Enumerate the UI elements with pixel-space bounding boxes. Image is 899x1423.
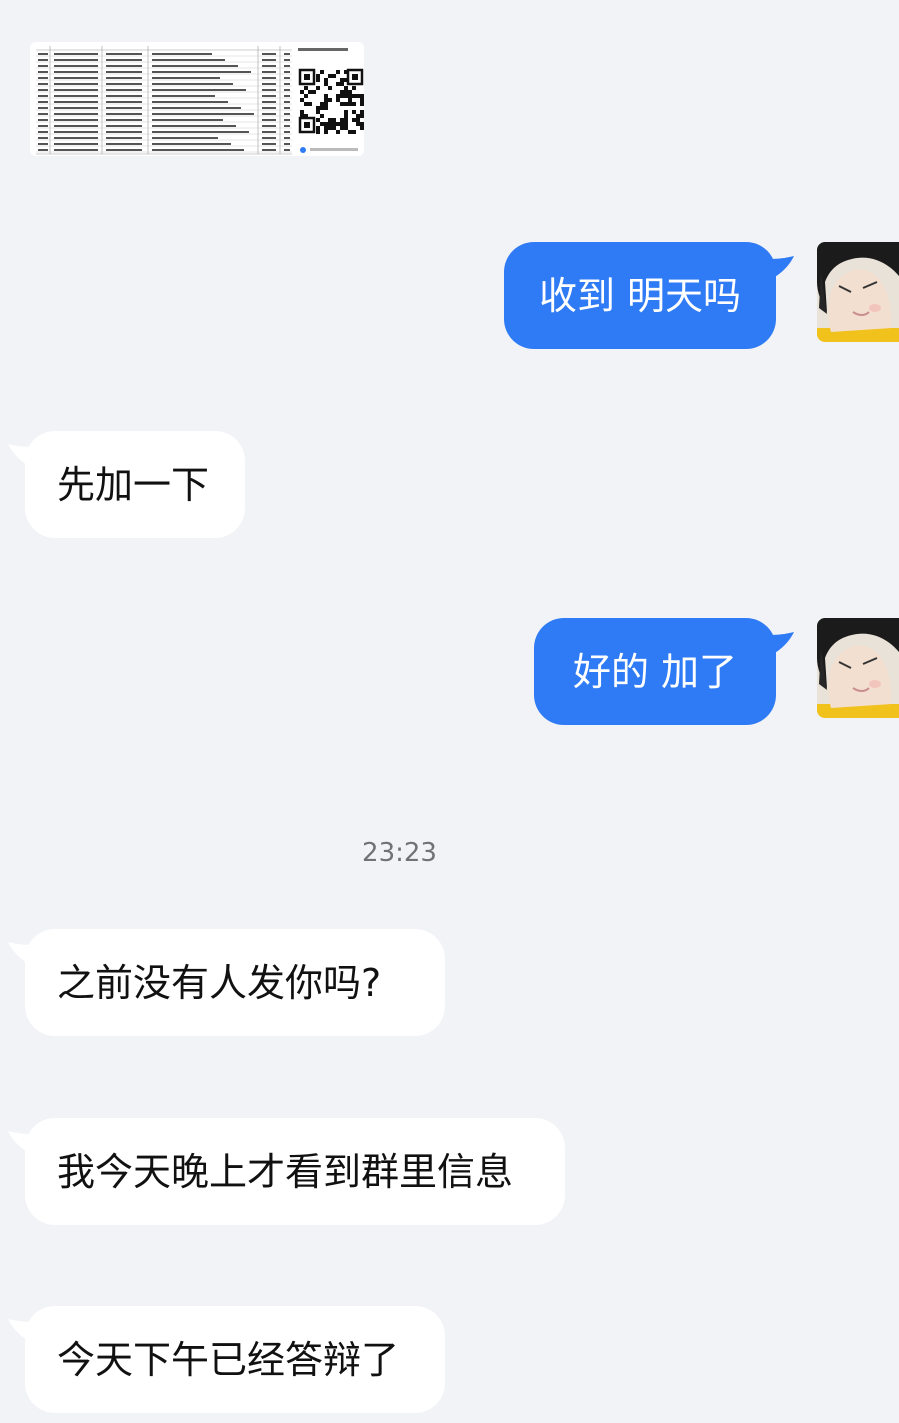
avatar[interactable] <box>817 618 899 718</box>
bubble-tail <box>764 632 794 656</box>
spreadsheet-image <box>30 42 364 156</box>
message-text: 好的 加了 <box>572 649 738 694</box>
avatar[interactable] <box>817 242 899 342</box>
message-bubble[interactable]: 收到 明天吗 <box>504 242 776 349</box>
message-bubble[interactable]: 之前没有人发你吗? <box>25 929 445 1036</box>
image-message-thumbnail[interactable] <box>30 42 364 156</box>
bubble-tail <box>764 256 794 280</box>
message-text: 先加一下 <box>57 462 210 507</box>
message-text: 之前没有人发你吗? <box>57 960 382 1005</box>
chat-message-list[interactable]: 收到 明天吗 先加一下 好的 加了 23:23 之前没有人发你吗? 我今天晚上才… <box>0 0 899 1423</box>
message-text: 我今天晚上才看到群里信息 <box>57 1149 514 1194</box>
user-avatar-cartoon-icon <box>817 242 899 342</box>
message-bubble[interactable]: 先加一下 <box>25 431 245 538</box>
message-bubble[interactable]: 好的 加了 <box>534 618 776 725</box>
message-timestamp: 23:23 <box>362 838 437 868</box>
message-text: 今天下午已经答辩了 <box>57 1337 400 1382</box>
message-bubble[interactable]: 今天下午已经答辩了 <box>25 1306 445 1413</box>
user-avatar-cartoon-icon <box>817 618 899 718</box>
message-bubble[interactable]: 我今天晚上才看到群里信息 <box>25 1118 565 1225</box>
message-text: 收到 明天吗 <box>538 273 742 318</box>
